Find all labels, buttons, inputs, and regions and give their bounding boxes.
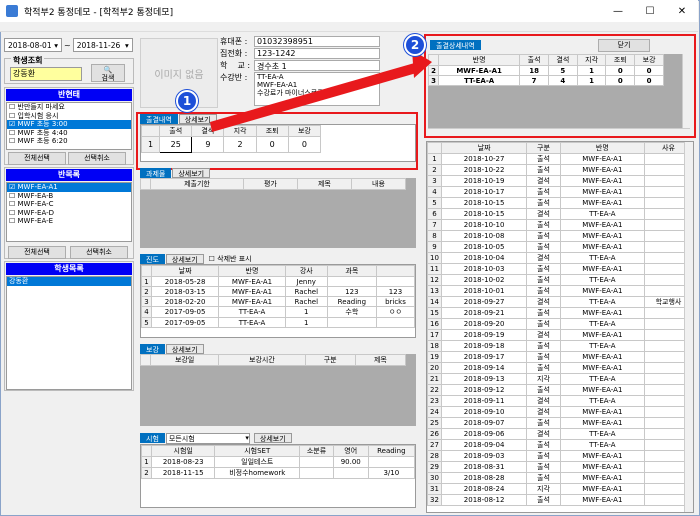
arrow-shaft: [210, 62, 420, 132]
callout-badge-1: 1: [176, 90, 198, 112]
annotation-arrow: [210, 50, 432, 132]
callout-badge-2: 2: [404, 34, 426, 56]
